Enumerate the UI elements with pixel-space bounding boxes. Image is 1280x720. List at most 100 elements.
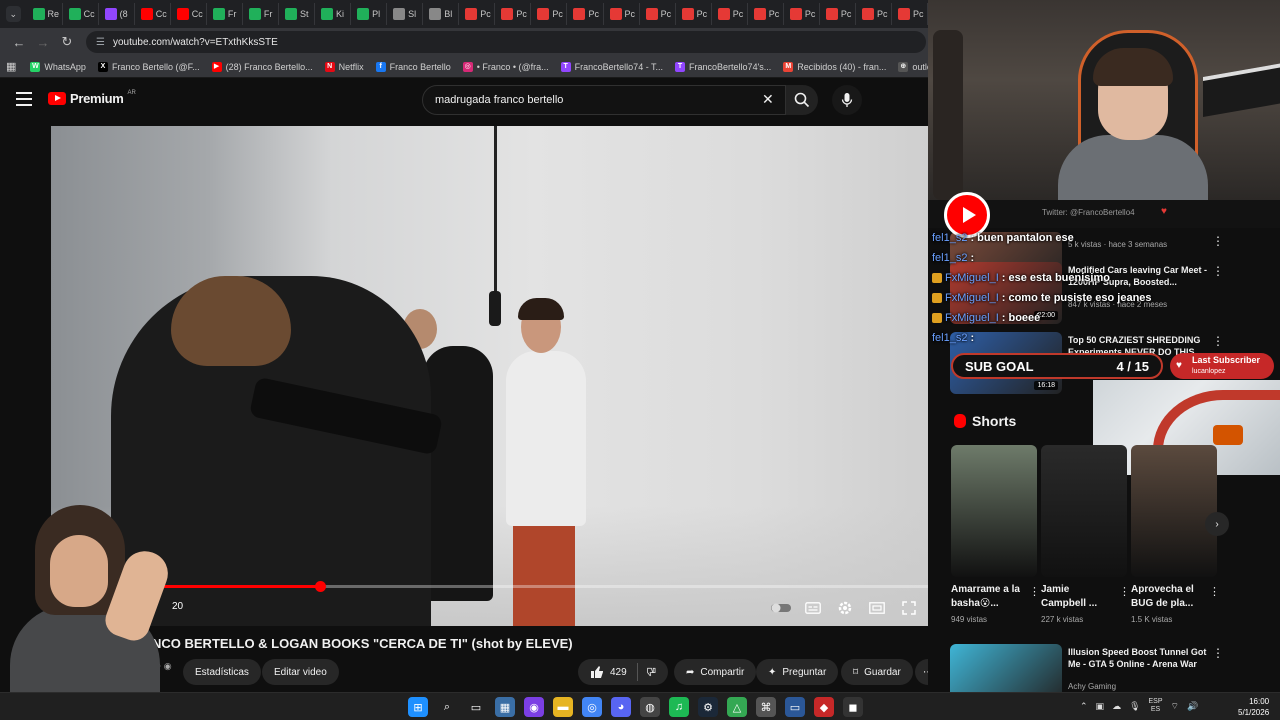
- video-player[interactable]: [51, 126, 928, 626]
- reload-icon[interactable]: ↻: [56, 31, 78, 53]
- short-thumbnail[interactable]: [951, 445, 1037, 577]
- spotify-icon[interactable]: ♫: [669, 697, 689, 717]
- app-purple-icon[interactable]: ◉: [524, 697, 544, 717]
- autoplay-toggle[interactable]: [770, 598, 792, 618]
- browser-tab[interactable]: Re: [29, 3, 63, 25]
- browser-tab[interactable]: Pc: [858, 3, 893, 25]
- apps-grid-icon[interactable]: ▦: [6, 60, 16, 73]
- browser-tab[interactable]: Pc: [569, 3, 604, 25]
- browser-tab[interactable]: Cc: [65, 3, 99, 25]
- browser-tab[interactable]: Cc: [173, 3, 207, 25]
- browser-tab[interactable]: Pc: [642, 3, 676, 25]
- browser-tab[interactable]: Pc: [786, 3, 820, 25]
- back-arrow-icon[interactable]: ←: [8, 31, 30, 53]
- address-bar[interactable]: ☰ youtube.com/watch?v=ETxthKksSTE: [86, 31, 926, 53]
- folder-icon[interactable]: ▬: [553, 697, 573, 717]
- tab-search-icon[interactable]: ⌄: [6, 6, 21, 22]
- browser-tab[interactable]: Pc: [678, 3, 712, 25]
- search-input[interactable]: madrugada franco bertello: [422, 85, 786, 115]
- more-options-icon[interactable]: ⋮: [1119, 585, 1130, 598]
- hamburger-menu-icon[interactable]: [16, 92, 32, 106]
- bookmark-item[interactable]: ◎ • Franco • (@fra...: [462, 61, 549, 72]
- red-app-icon[interactable]: ◆: [814, 697, 834, 717]
- browser-tab[interactable]: Cc: [137, 3, 171, 25]
- search-icon[interactable]: ⌕: [437, 697, 457, 717]
- short-thumbnail[interactable]: [1041, 445, 1127, 577]
- browser-tab[interactable]: Pc: [714, 3, 748, 25]
- site-info-icon[interactable]: ☰: [96, 37, 105, 48]
- video-scrubber-handle[interactable]: [315, 581, 326, 592]
- bookmark-item[interactable]: f Franco Bertello: [375, 61, 451, 72]
- browser-tab[interactable]: Pc: [750, 3, 784, 25]
- forward-arrow-icon[interactable]: →: [32, 31, 54, 53]
- short-item[interactable]: Amarrame a la basha😮... 949 vistas ⋮: [951, 445, 1040, 624]
- short-title[interactable]: Jamie Campbell ...: [1041, 583, 1113, 611]
- windows-start-icon[interactable]: ⊞: [408, 697, 428, 717]
- browser-tab[interactable]: Fr: [245, 3, 279, 25]
- chrome-icon[interactable]: ◎: [582, 697, 602, 717]
- more-options-icon[interactable]: ⋮: [1209, 585, 1220, 598]
- more-options-icon[interactable]: ⋮: [1212, 646, 1224, 660]
- bookmark-item[interactable]: ▶ (28) Franco Bertello...: [211, 61, 313, 72]
- recommended-video-title[interactable]: Illusion Speed Boost Tunnel Got Me - GTA…: [1068, 646, 1208, 670]
- clear-search-icon[interactable]: ✕: [762, 91, 774, 108]
- browser-tab[interactable]: (8: [101, 3, 135, 25]
- browser-tab[interactable]: Pc: [606, 3, 640, 25]
- chevron-up-icon[interactable]: ⌃: [1080, 701, 1088, 712]
- youtube-premium-logo[interactable]: Premium AR: [48, 90, 136, 106]
- bookmark-item[interactable]: M Recibidos (40) - fran...: [783, 61, 886, 72]
- more-options-icon[interactable]: ⋮: [1212, 264, 1224, 278]
- wifi-icon[interactable]: ⌔: [1171, 701, 1179, 712]
- settings-button[interactable]: [834, 598, 856, 618]
- task-view-icon[interactable]: ▭: [466, 697, 486, 717]
- system-clock[interactable]: 16:00 5/1/2026: [1238, 696, 1269, 718]
- discord-icon[interactable]: ◕: [611, 697, 631, 717]
- steam-icon[interactable]: ⚙: [698, 697, 718, 717]
- theater-mode-button[interactable]: [866, 598, 888, 618]
- speaker-icon[interactable]: 🔊: [1187, 701, 1198, 712]
- bookmark-item[interactable]: N Netflix: [324, 61, 364, 72]
- app-dark-icon[interactable]: ◼: [843, 697, 863, 717]
- bookmark-item[interactable]: W WhatsApp: [30, 61, 86, 72]
- browser-tab[interactable]: Pl: [353, 3, 388, 25]
- ask-button[interactable]: ✦ Preguntar: [756, 659, 839, 685]
- save-button[interactable]: ⌑ Guardar: [841, 659, 913, 685]
- shorts-next-button[interactable]: ›: [1205, 512, 1229, 536]
- network-tray-icon[interactable]: ▣: [1096, 701, 1105, 712]
- thumbs-down-icon[interactable]: [647, 665, 656, 679]
- share-button[interactable]: ➦ Compartir: [674, 659, 757, 685]
- voice-search-button[interactable]: [832, 85, 862, 115]
- more-options-icon[interactable]: ⋮: [1212, 334, 1224, 348]
- search-button[interactable]: [786, 85, 818, 115]
- monitor-icon[interactable]: ▭: [785, 697, 805, 717]
- browser-tab[interactable]: Pc: [822, 3, 856, 25]
- cloud-icon[interactable]: ☁: [1112, 701, 1121, 712]
- browser-tab[interactable]: Bl: [425, 3, 460, 25]
- browser-tab[interactable]: Ki: [317, 3, 352, 25]
- network-app-icon[interactable]: ⌘: [756, 697, 776, 717]
- browser-tab[interactable]: Pc: [894, 3, 929, 25]
- short-item[interactable]: Aprovecha el BUG de pla... 1.5 K vistas ⋮: [1131, 445, 1220, 624]
- store-icon[interactable]: ▦: [495, 697, 515, 717]
- like-button[interactable]: 429: [590, 665, 627, 679]
- bookmark-item[interactable]: X Franco Bertello (@F...: [97, 61, 200, 72]
- microphone-tray-icon[interactable]: 🎙: [1129, 701, 1140, 712]
- browser-tab[interactable]: Pc: [533, 3, 568, 25]
- more-options-icon[interactable]: ⋮: [1212, 234, 1224, 248]
- browser-tab[interactable]: Sl: [389, 3, 424, 25]
- bookmark-item[interactable]: ⊕outlook: [898, 61, 928, 72]
- obs-icon[interactable]: ◍: [640, 697, 660, 717]
- bookmark-item[interactable]: T FrancoBertello74 - T...: [560, 61, 663, 72]
- subtitles-button[interactable]: [802, 598, 824, 618]
- browser-tab[interactable]: St: [281, 3, 316, 25]
- short-thumbnail[interactable]: [1131, 445, 1217, 577]
- browser-tab[interactable]: Pc: [497, 3, 532, 25]
- bookmark-item[interactable]: T FrancoBertello74's...: [675, 61, 771, 72]
- more-options-icon[interactable]: ⋮: [1029, 585, 1040, 598]
- browser-tab[interactable]: Pc: [461, 3, 496, 25]
- drive-icon[interactable]: △: [727, 697, 747, 717]
- input-language[interactable]: ESP ES: [1149, 698, 1163, 714]
- stats-button[interactable]: Estadísticas: [183, 659, 261, 685]
- short-item[interactable]: Jamie Campbell ... 227 k vistas ⋮: [1041, 445, 1130, 624]
- short-title[interactable]: Amarrame a la basha😮...: [951, 583, 1023, 611]
